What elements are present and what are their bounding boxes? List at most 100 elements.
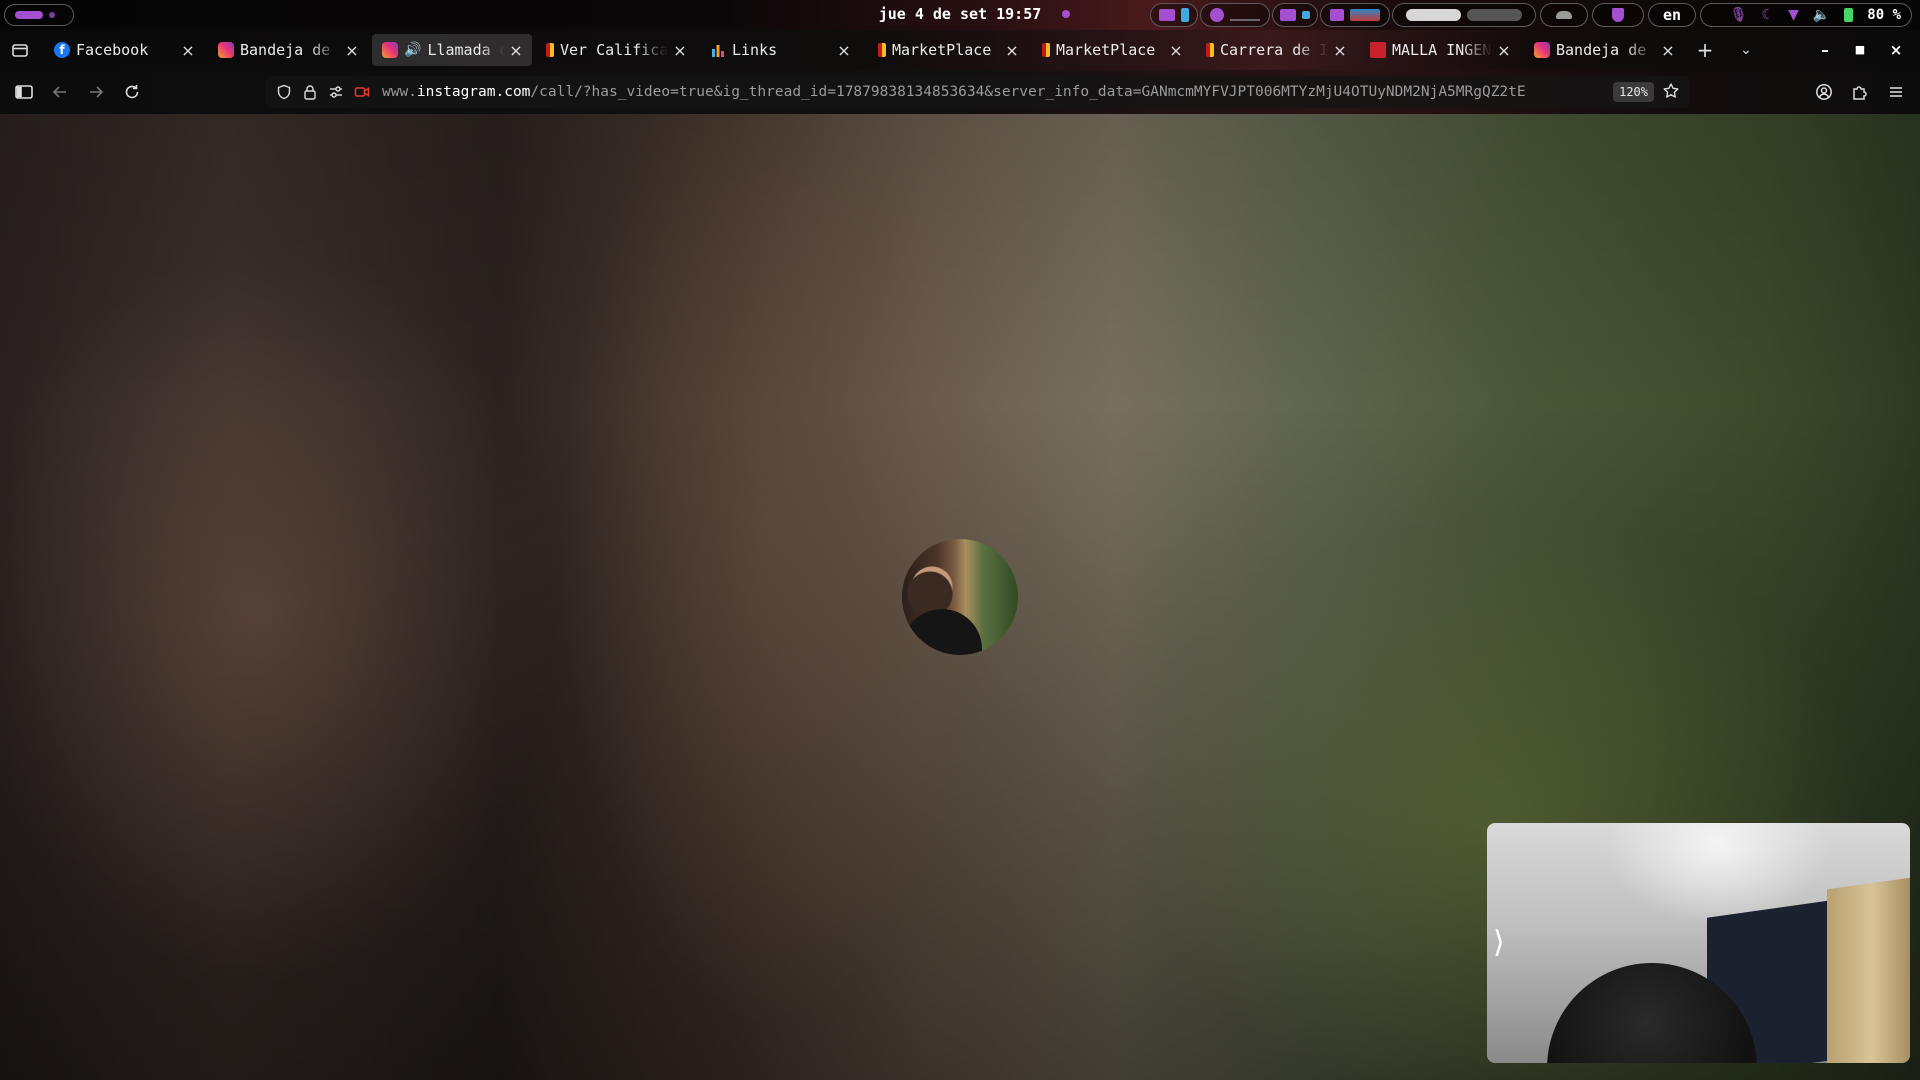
- forward-button[interactable]: [84, 80, 108, 104]
- cloud-status[interactable]: [1540, 3, 1588, 27]
- tab-title: Carrera de I: [1220, 41, 1328, 59]
- wifi-icon[interactable]: ▼: [1788, 7, 1799, 23]
- account-icon: [1816, 84, 1832, 100]
- tab-title: MALLA INGENI: [1392, 41, 1492, 59]
- reload-button[interactable]: [120, 80, 144, 104]
- microphone-icon[interactable]: 🎙: [1730, 7, 1748, 23]
- tab-title: Facebook: [76, 41, 149, 59]
- minimize-button[interactable]: –: [1814, 38, 1836, 62]
- university-icon: [546, 43, 554, 57]
- cpu-status[interactable]: [1200, 3, 1270, 27]
- tab-marketplace-2[interactable]: MarketPlace ×: [1032, 34, 1192, 66]
- address-bar[interactable]: www.instagram.com/call/?has_video=true&i…: [266, 76, 1690, 108]
- extensions-button[interactable]: [1848, 80, 1872, 104]
- shield-icon: [1612, 8, 1624, 22]
- collapse-self-view-button[interactable]: ⟩: [1493, 923, 1517, 963]
- tab-title: MarketPlace: [892, 41, 992, 59]
- lock-icon[interactable]: [302, 84, 318, 100]
- facebook-icon: f: [54, 42, 70, 58]
- workspace-active[interactable]: [15, 11, 43, 19]
- network-graph: [1350, 9, 1380, 21]
- tab-ver-calificaciones[interactable]: Ver Califica ×: [536, 34, 696, 66]
- sidebar-icon: [15, 85, 33, 99]
- tab-instagram-inbox-2[interactable]: Bandeja de e ×: [1524, 34, 1684, 66]
- maximize-button[interactable]: ■: [1849, 38, 1871, 62]
- keyboard-language[interactable]: en: [1648, 3, 1696, 27]
- url-text[interactable]: www.instagram.com/call/?has_video=true&i…: [382, 84, 1612, 100]
- battery-percent: 80 %: [1867, 7, 1901, 23]
- cloud-icon: [1556, 11, 1572, 19]
- keyboard-status[interactable]: [1150, 3, 1198, 27]
- zoom-level-badge[interactable]: 120%: [1613, 82, 1654, 102]
- status-tray[interactable]: 🎙 ☾ ▼ 🔈 80 %: [1700, 3, 1912, 27]
- disk-icon: [1280, 9, 1296, 21]
- system-top-bar: jue 4 de set 19:57 en 🎙 ☾ ▼ 🔈 80 %: [0, 0, 1920, 30]
- night-mode-icon[interactable]: ☾: [1762, 7, 1775, 23]
- permissions-icon[interactable]: [328, 84, 344, 100]
- tab-malla-ingenieria[interactable]: MALLA INGENI ×: [1360, 34, 1520, 66]
- tab-instagram-call[interactable]: 🔊 Llamada de ×: [372, 34, 532, 66]
- list-all-tabs-button[interactable]: ⌄: [1734, 38, 1758, 62]
- workspace-dot[interactable]: [49, 12, 55, 18]
- memory-bar: [1406, 9, 1461, 21]
- video-call-area[interactable]: ⟩: [0, 114, 1920, 1080]
- tab-close-icon[interactable]: ×: [1660, 41, 1676, 60]
- tab-carrera[interactable]: Carrera de I ×: [1196, 34, 1356, 66]
- speaker-icon[interactable]: 🔊: [404, 42, 421, 58]
- tab-close-icon[interactable]: ×: [1496, 41, 1512, 60]
- workspace-indicator[interactable]: [4, 4, 74, 26]
- instagram-icon: [1534, 42, 1550, 58]
- avatar-body: [902, 609, 982, 655]
- university-icon: [1042, 43, 1050, 57]
- tab-links[interactable]: Links ×: [700, 34, 860, 66]
- tab-close-icon[interactable]: ×: [672, 41, 688, 60]
- tab-close-icon[interactable]: ×: [180, 41, 196, 60]
- close-window-button[interactable]: ×: [1885, 38, 1907, 62]
- tab-close-icon[interactable]: ×: [1332, 41, 1348, 60]
- vpn-status[interactable]: [1592, 3, 1644, 27]
- tab-close-icon[interactable]: ×: [344, 41, 360, 60]
- tab-facebook[interactable]: f Facebook ×: [44, 34, 204, 66]
- puzzle-icon: [1853, 86, 1867, 100]
- tab-title: Llamada de: [427, 41, 504, 59]
- memory-status[interactable]: [1392, 3, 1536, 27]
- url-domain: instagram.com: [416, 84, 531, 100]
- tab-close-icon[interactable]: ×: [1004, 41, 1020, 60]
- account-button[interactable]: [1812, 80, 1836, 104]
- app-menu-button[interactable]: [1884, 80, 1908, 104]
- tab-marketplace-1[interactable]: MarketPlace ×: [868, 34, 1028, 66]
- tab-title: Links: [732, 41, 778, 59]
- tab-close-icon[interactable]: ×: [508, 41, 524, 60]
- tab-instagram-inbox[interactable]: Bandeja de e ×: [208, 34, 368, 66]
- reload-icon: [125, 85, 139, 99]
- url-prefix: www.: [382, 84, 417, 100]
- camera-sharing-icon[interactable]: [354, 84, 370, 100]
- new-tab-button[interactable]: +: [1693, 38, 1717, 62]
- sidebar-toggle-button[interactable]: [12, 80, 36, 104]
- bar-chart-svg: [712, 45, 724, 57]
- tab-overview-icon: [12, 44, 28, 57]
- forward-arrow-icon: [90, 86, 104, 98]
- swap-bar: [1467, 9, 1522, 21]
- disk-status[interactable]: [1272, 3, 1318, 27]
- university-icon: [1206, 43, 1214, 57]
- tab-close-icon[interactable]: ×: [836, 41, 852, 60]
- battery-icon: [1844, 8, 1854, 22]
- system-clock[interactable]: jue 4 de set 19:57: [870, 5, 1050, 23]
- back-button[interactable]: [48, 80, 72, 104]
- level-icon: [1181, 8, 1189, 22]
- pdf-icon: [1370, 42, 1386, 58]
- network-icon: [1330, 9, 1344, 21]
- instagram-icon: [382, 42, 398, 58]
- tab-close-icon[interactable]: ×: [1168, 41, 1184, 60]
- url-path: /call/?has_video=true&ig_thread_id=17879…: [530, 84, 1526, 100]
- tab-overview-button[interactable]: [10, 40, 30, 60]
- network-status[interactable]: [1320, 3, 1390, 27]
- tracking-shield-icon[interactable]: [276, 84, 292, 100]
- bookmark-button[interactable]: [1662, 82, 1682, 102]
- back-arrow-icon: [52, 86, 66, 98]
- cpu-icon: [1210, 8, 1224, 22]
- self-camera-preview[interactable]: ⟩: [1487, 823, 1910, 1063]
- volume-icon[interactable]: 🔈: [1813, 7, 1830, 23]
- recording-dot: [1062, 10, 1070, 18]
